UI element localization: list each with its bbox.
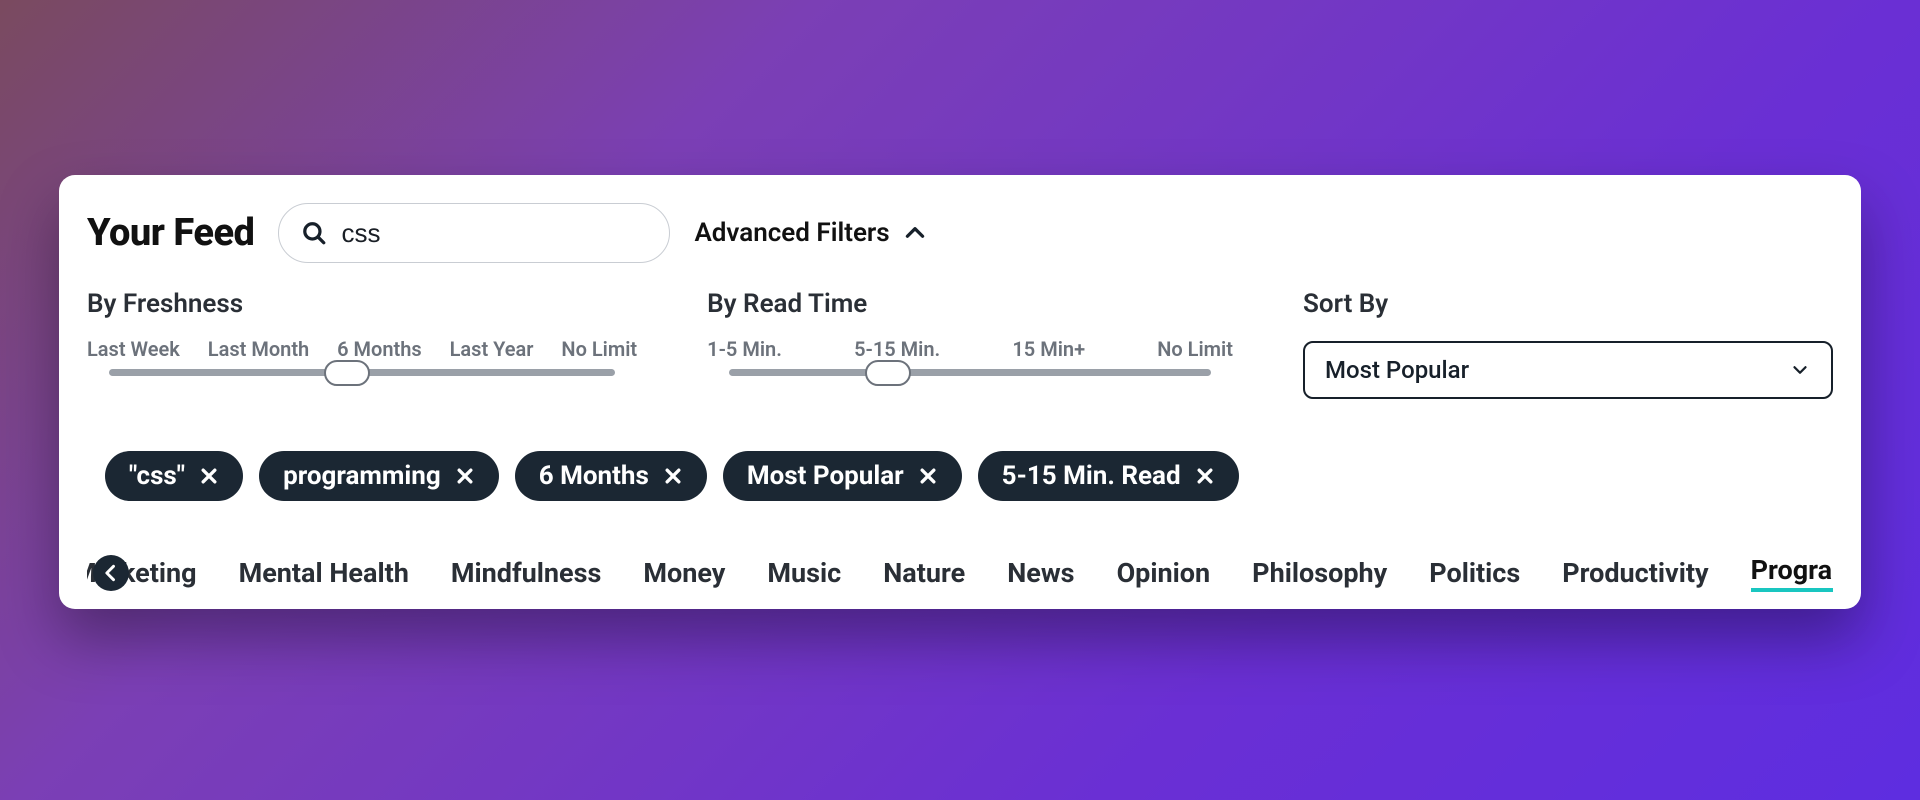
sort-select[interactable]: Most Popular: [1303, 341, 1833, 399]
scroll-left-button[interactable]: [93, 555, 129, 591]
freshness-tick: Last Week: [87, 337, 180, 361]
readtime-track[interactable]: [729, 369, 1211, 376]
freshness-tick: Last Month: [208, 337, 309, 361]
readtime-control: By Read Time 1-5 Min. 5-15 Min. 15 Min+ …: [707, 289, 1233, 399]
category-tab[interactable]: Money: [643, 557, 725, 589]
close-icon[interactable]: [663, 466, 683, 486]
readtime-thumb[interactable]: [865, 360, 911, 386]
filter-chip[interactable]: 6 Months: [515, 451, 707, 501]
freshness-label: By Freshness: [87, 289, 637, 319]
close-icon[interactable]: [455, 466, 475, 486]
advanced-filters-label: Advanced Filters: [694, 218, 889, 248]
category-tab[interactable]: Productivity: [1562, 557, 1708, 589]
freshness-slider[interactable]: Last Week Last Month 6 Months Last Year …: [87, 337, 637, 376]
freshness-track[interactable]: [109, 369, 615, 376]
freshness-thumb[interactable]: [324, 360, 370, 386]
readtime-tick: 15 Min+: [1012, 337, 1085, 361]
filter-chip[interactable]: "css": [105, 451, 243, 501]
category-tab[interactable]: Programming: [1751, 554, 1833, 592]
filter-chip-label: programming: [283, 461, 441, 491]
readtime-slider[interactable]: 1-5 Min. 5-15 Min. 15 Min+ No Limit: [707, 337, 1233, 376]
filter-chip[interactable]: Most Popular: [723, 451, 962, 501]
category-tab[interactable]: Music: [767, 557, 841, 589]
readtime-tick: 5-15 Min.: [854, 337, 940, 361]
chevron-left-icon: [101, 563, 121, 583]
filter-chip-label: Most Popular: [747, 461, 904, 491]
header-row: Your Feed Advanced Filters: [87, 203, 1833, 263]
sort-selected-value: Most Popular: [1325, 356, 1469, 384]
category-tab[interactable]: Opinion: [1117, 557, 1211, 589]
active-filter-chips: "css" programming 6 Months Most Popular 5-15…: [87, 451, 1833, 501]
page-title: Your Feed: [87, 211, 254, 255]
sort-label: Sort By: [1303, 289, 1833, 319]
category-list[interactable]: MarketingMental HealthMindfulnessMoneyMu…: [87, 554, 1833, 592]
search-field-wrap[interactable]: [278, 203, 670, 263]
close-icon[interactable]: [1195, 466, 1215, 486]
freshness-tick: Last Year: [450, 337, 534, 361]
search-input[interactable]: [341, 218, 647, 249]
freshness-tick: No Limit: [561, 337, 637, 361]
filter-chip-label: 5-15 Min. Read: [1002, 461, 1181, 491]
close-icon[interactable]: [918, 466, 938, 486]
filter-chip-label: "css": [129, 461, 185, 491]
freshness-tick: 6 Months: [337, 337, 422, 361]
readtime-tick: No Limit: [1157, 337, 1233, 361]
category-tab[interactable]: Mental Health: [239, 557, 409, 589]
freshness-ticks: Last Week Last Month 6 Months Last Year …: [87, 337, 637, 361]
category-strip: MarketingMental HealthMindfulnessMoneyMu…: [87, 545, 1833, 601]
category-tab[interactable]: Nature: [883, 557, 965, 589]
category-tab[interactable]: Politics: [1429, 557, 1520, 589]
search-icon: [301, 220, 327, 246]
filter-chip[interactable]: programming: [259, 451, 499, 501]
sort-control: Sort By Most Popular: [1303, 289, 1833, 399]
controls-row: By Freshness Last Week Last Month 6 Mont…: [87, 289, 1833, 399]
filter-chip[interactable]: 5-15 Min. Read: [978, 451, 1239, 501]
category-tab[interactable]: News: [1007, 557, 1074, 589]
category-tab[interactable]: Mindfulness: [451, 557, 602, 589]
close-icon[interactable]: [199, 466, 219, 486]
advanced-filters-toggle[interactable]: Advanced Filters: [694, 218, 927, 248]
category-tab[interactable]: Philosophy: [1252, 557, 1387, 589]
chevron-up-icon: [902, 220, 928, 246]
filter-chip-label: 6 Months: [539, 461, 649, 491]
readtime-tick: 1-5 Min.: [707, 337, 782, 361]
readtime-ticks: 1-5 Min. 5-15 Min. 15 Min+ No Limit: [707, 337, 1233, 361]
chevron-down-icon: [1789, 359, 1811, 381]
readtime-label: By Read Time: [707, 289, 1233, 319]
feed-filter-card: Your Feed Advanced Filters By Freshness …: [59, 175, 1861, 609]
freshness-control: By Freshness Last Week Last Month 6 Mont…: [87, 289, 637, 399]
